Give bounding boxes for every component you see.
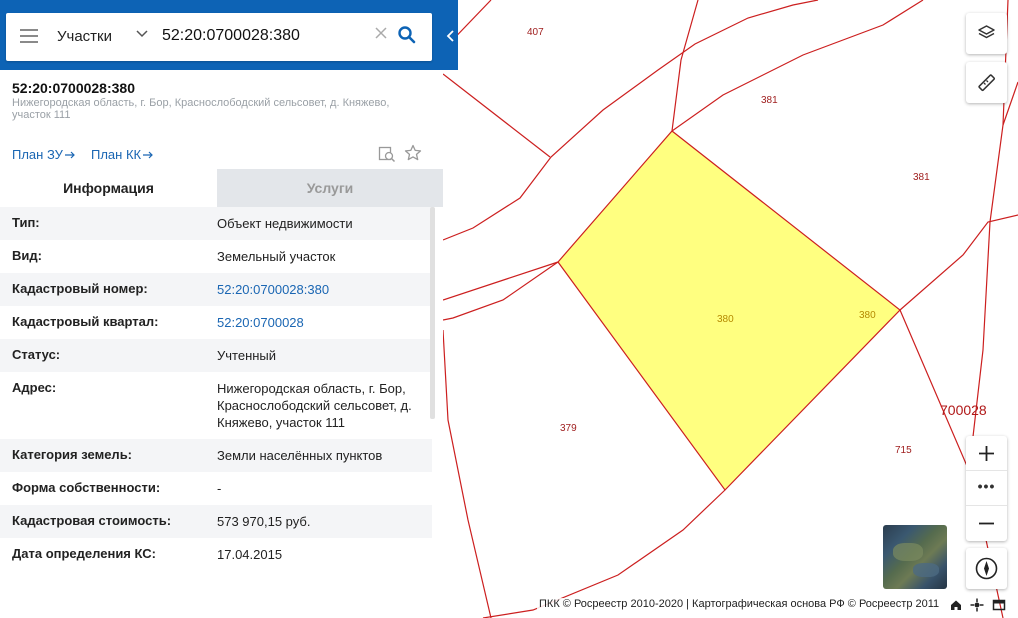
plan-zu-link[interactable]: План ЗУ [12,147,76,162]
measure-button[interactable] [966,62,1007,103]
fullscreen-icon[interactable] [992,598,1006,612]
object-address: Нижегородская область, г. Бор, Красносло… [12,97,390,121]
plus-icon [979,446,994,461]
home-icon[interactable] [949,598,963,612]
plan-kk-label: План КК [91,147,142,162]
zoom-out-button[interactable] [966,506,1007,540]
arrow-right-icon [64,151,75,159]
parcel-label: 715 [895,445,912,456]
cadastral-block-link[interactable]: 52:20:0700028 [217,314,422,331]
layers-icon [978,25,995,39]
attributes-table: Тип: Объект недвижимости Вид: Земельный уч… [0,207,432,571]
plan-kk-link[interactable]: План КК [91,147,154,162]
row-value: 573 970,15 руб. [217,514,311,529]
row-value: 17.04.2015 [217,547,283,562]
collapse-panel-icon[interactable] [443,24,458,48]
table-row: Статус: Учтенный [0,339,432,372]
cadastral-block-label: 700028 [940,402,987,418]
row-key: Кадастровый номер: [12,281,148,296]
table-row: Вид: Земельный участок [0,240,432,273]
search-icon[interactable] [397,25,417,45]
row-key: Вид: [12,248,42,263]
row-key: Категория земель: [12,447,133,462]
cadastral-number-link[interactable]: 52:20:0700028:380 [217,281,422,298]
row-value: Нижегородская область, г. Бор, Красносло… [217,381,412,430]
table-row: Адрес: Нижегородская область, г. Бор, Кра… [0,372,432,439]
zoom-in-button[interactable] [966,436,1007,470]
row-value: - [217,481,222,496]
row-key: Адрес: [12,380,57,395]
table-row: Кадастровый квартал: 52:20:0700028 [0,306,432,339]
search-scope-select[interactable]: Участки [57,28,112,45]
layers-button[interactable] [966,13,1007,54]
table-row: Тип: Объект недвижимости [0,207,432,240]
table-row: Кадастровый номер: 52:20:0700028:380 [0,273,432,306]
zoom-controls: ••• [966,436,1007,541]
row-key: Кадастровый квартал: [12,314,159,329]
plan-zu-label: План ЗУ [12,147,63,162]
row-value: Земли населённых пунктов [217,448,383,463]
parcel-label: 379 [560,423,577,434]
parcel-label: 380 [717,314,734,325]
object-number: 52:20:0700028:380 [12,80,135,96]
header-bar: Участки 52:20:0700028:380 [0,0,458,70]
table-row: Кадастровая стоимость: 573 970,15 руб. [0,505,432,538]
row-value: Земельный участок [217,249,336,264]
table-row: Форма собственности: - [0,472,432,505]
compass-icon [975,557,998,580]
row-key: Дата определения КС: [12,546,156,561]
row-value: Учтенный [217,348,277,363]
chevron-down-icon[interactable] [136,27,148,39]
parcel-label: 381 [761,95,778,106]
tab-info[interactable]: Информация [0,169,217,207]
table-row: Дата определения КС: 17.04.2015 [0,538,432,571]
locate-icon[interactable] [970,598,984,612]
map-view[interactable]: 407 381 381 380 380 379 715 700028 ••• П… [443,0,1018,618]
row-key: Кадастровая стоимость: [12,513,172,528]
row-key: Тип: [12,215,40,230]
ruler-icon [978,74,995,91]
table-row: Категория земель: Земли населённых пункто… [0,439,432,472]
parcel-label: 380 [859,310,876,321]
basemap-thumbnail[interactable] [883,525,947,589]
row-value: Объект недвижимости [217,216,353,231]
row-key: Статус: [12,347,61,362]
compass-button[interactable] [966,548,1007,589]
tabs: Информация Услуги [0,169,443,207]
tab-services[interactable]: Услуги [217,169,443,207]
parcel-label: 381 [913,172,930,183]
arrow-right-icon [143,151,153,159]
minus-icon [979,522,994,525]
star-icon[interactable] [404,144,422,162]
selected-parcel[interactable] [557,130,901,491]
find-on-map-icon[interactable] [378,145,396,163]
parcel-label: 407 [527,27,544,38]
search-input[interactable]: 52:20:0700028:380 [162,27,300,45]
clear-icon[interactable] [374,26,388,40]
search-box[interactable]: Участки 52:20:0700028:380 [6,13,432,61]
row-key: Форма собственности: [12,480,161,495]
scrollbar[interactable] [430,207,435,419]
menu-icon[interactable] [20,29,38,43]
map-attribution: ПКК © Росреестр 2010-2020 | Картографиче… [537,598,942,610]
info-panel: Участки 52:20:0700028:380 52:20:0700028:… [0,0,458,618]
more-icon[interactable]: ••• [966,470,1007,506]
